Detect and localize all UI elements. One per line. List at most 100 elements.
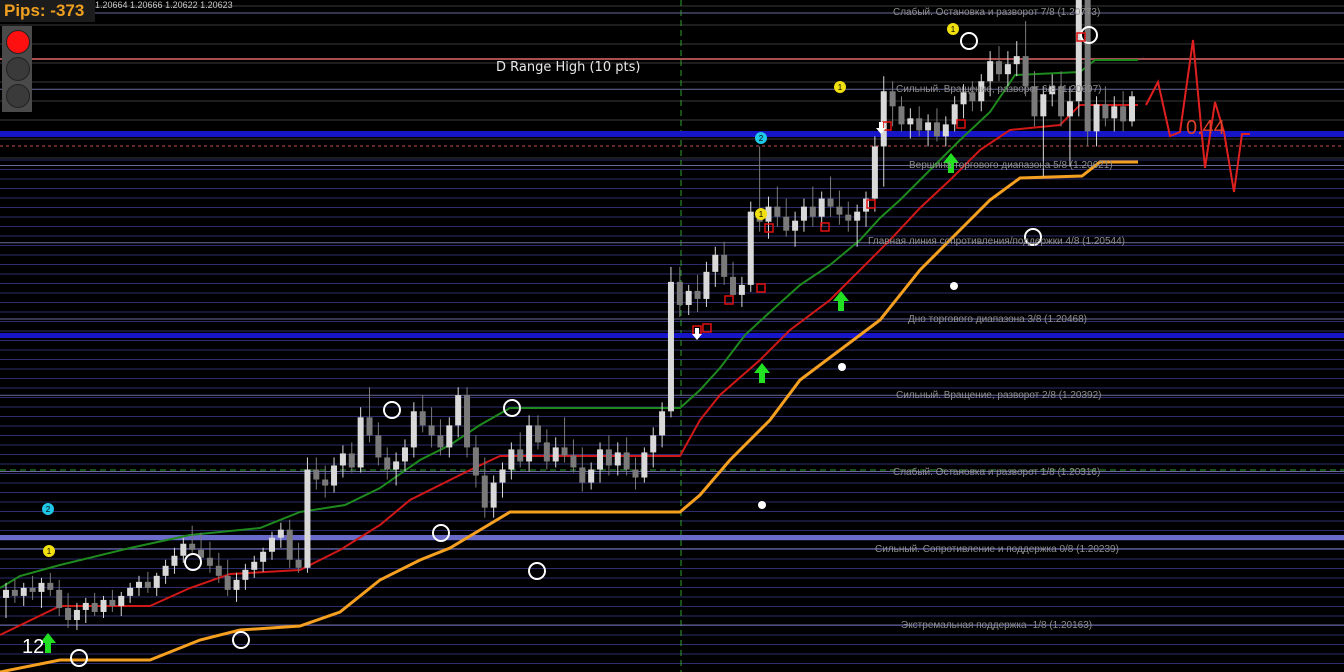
yellow-marker-label: 1 <box>951 25 956 34</box>
candle-body <box>233 579 240 590</box>
candle-body <box>189 543 196 550</box>
candle-body <box>118 595 125 606</box>
candle-body <box>144 581 151 588</box>
candle-body <box>100 599 107 612</box>
candle-body <box>1111 106 1118 119</box>
candle-body <box>800 206 807 221</box>
candle-body <box>987 61 994 82</box>
candle-body <box>605 449 612 466</box>
candle-body <box>1084 0 1091 132</box>
level-band-5-8 <box>0 131 1344 137</box>
candle-body <box>65 607 72 620</box>
candle-body <box>933 122 940 137</box>
candle-body <box>588 469 595 483</box>
candle-body <box>295 559 302 568</box>
candle-body <box>242 569 249 580</box>
signal-box-marker <box>956 119 966 129</box>
candle-body <box>20 587 27 596</box>
candle-body <box>215 565 222 576</box>
candle-body <box>517 449 524 462</box>
candle-body <box>1022 56 1029 87</box>
candle-body <box>1004 64 1011 75</box>
candle-body <box>508 449 515 470</box>
candle-body <box>1066 101 1073 117</box>
candle-body <box>251 561 258 570</box>
cyan-marker-label: 2 <box>759 134 764 143</box>
candle-body <box>419 411 426 426</box>
candle-body <box>277 529 284 538</box>
candle-body <box>428 425 435 436</box>
candle-body <box>1093 104 1100 132</box>
candle-body <box>703 271 710 299</box>
candle-body <box>410 411 417 448</box>
candle-body <box>534 425 541 443</box>
candle-body <box>224 575 231 590</box>
fractal-circle-marker <box>383 401 401 419</box>
candle-body <box>836 206 843 215</box>
ohlc-readout: 1.20664 1.20666 1.20622 1.20623 <box>95 0 233 10</box>
candle-body <box>109 599 116 606</box>
candle-body <box>561 447 568 456</box>
level-label-0-8: Сильный. Сопротивление и поддержка 0/8 (… <box>875 544 1119 555</box>
signal-box-marker <box>756 283 766 293</box>
candle-body <box>614 452 621 466</box>
candle-body <box>464 395 471 448</box>
candle-body <box>455 395 462 426</box>
candle-body <box>3 589 9 598</box>
candle-body <box>597 449 604 470</box>
candle-body <box>437 435 444 448</box>
candle-body <box>818 198 825 217</box>
candle-body <box>579 467 586 483</box>
candle-body <box>384 457 391 470</box>
candle-body <box>659 411 666 436</box>
candle-body <box>268 537 275 552</box>
candle-body <box>29 587 36 592</box>
candle-body <box>339 453 346 466</box>
candle-body <box>730 276 737 295</box>
candle-body <box>11 589 18 596</box>
candle-body <box>304 469 311 568</box>
candle-body <box>82 602 89 610</box>
candle-body <box>783 216 790 231</box>
candle-body <box>916 118 923 131</box>
candle-body <box>499 469 506 483</box>
candle-body <box>747 211 754 285</box>
candle-body <box>1013 56 1020 65</box>
candle-body <box>738 284 745 295</box>
candle-body <box>694 290 701 299</box>
candle-body <box>889 91 896 107</box>
price-chart[interactable]: 111122 <box>0 0 1344 672</box>
candle-body <box>570 455 577 468</box>
level-label-4-8: Главная линия сопротивления/поддержки 4/… <box>868 236 1125 247</box>
candle-body <box>73 609 80 620</box>
traffic-light-green-lamp <box>6 84 30 108</box>
candle-body <box>898 106 905 125</box>
traffic-light-amber-lamp <box>6 57 30 81</box>
candle-body <box>809 206 816 217</box>
candle-body <box>721 254 728 277</box>
candle-body <box>47 582 54 590</box>
indicator-lines <box>0 59 1138 672</box>
candle-body <box>667 281 674 412</box>
ratio-value: 0.44 <box>1186 117 1225 139</box>
candle-body <box>774 206 781 217</box>
level-band-0-8 <box>0 535 1344 540</box>
yellow-marker-label: 1 <box>838 83 843 92</box>
candle-body <box>153 575 160 588</box>
candle-body <box>401 447 408 462</box>
bar-count: 12 <box>22 636 45 658</box>
candle-body <box>393 461 400 470</box>
candle-body <box>845 214 852 221</box>
cyan-marker-label: 2 <box>46 505 51 514</box>
candle-body <box>313 469 320 480</box>
level-label-2-8: Сильный. Вращение, разворот 2/8 (1.20392… <box>896 390 1102 401</box>
fractal-circle-marker <box>184 553 202 571</box>
signal-markers: 1 1 1 1 2 2 <box>40 23 1098 667</box>
level-label-7-8: Слабый. Остановка и разворот 7/8 (1.2077… <box>893 7 1101 18</box>
candle-body <box>623 452 630 470</box>
dot-marker <box>838 363 846 371</box>
candle-body <box>322 479 329 486</box>
candle-body <box>685 290 692 305</box>
candle-body <box>180 543 187 556</box>
candle-body <box>472 447 479 476</box>
